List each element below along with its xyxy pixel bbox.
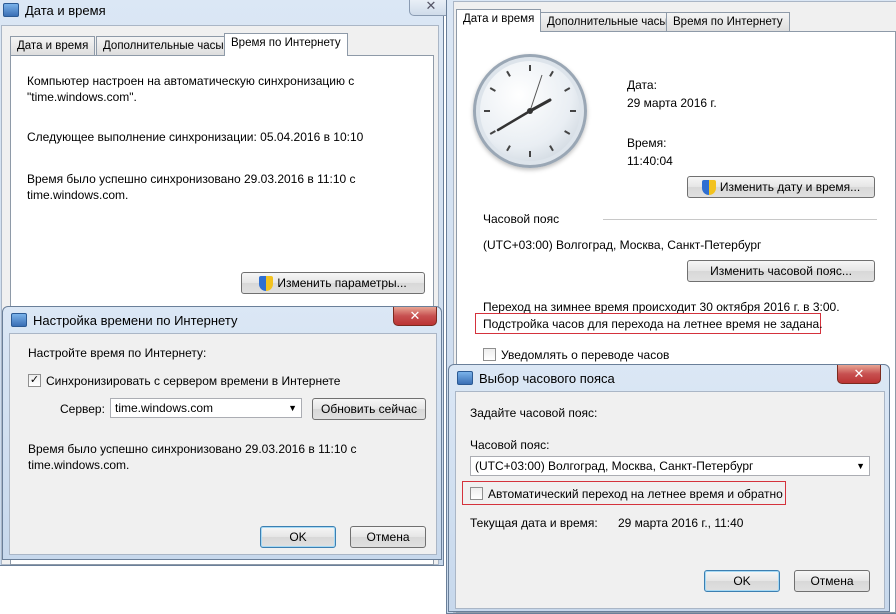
server-combobox[interactable]: time.windows.com ▼: [110, 398, 302, 418]
clock-app-icon: [11, 313, 27, 327]
timezone-separator: [603, 219, 877, 220]
dialog-title-bar[interactable]: Настройка времени по Интернету ✕: [3, 307, 441, 333]
change-settings-button[interactable]: Изменить параметры...: [241, 272, 425, 294]
dialog-heading: Настройте время по Интернету:: [28, 346, 207, 360]
timezone-combobox[interactable]: (UTC+03:00) Волгоград, Москва, Санкт-Пет…: [470, 456, 870, 476]
sync-checkbox-label: Синхронизировать с сервером времени в Ин…: [46, 374, 341, 388]
change-timezone-label: Изменить часовой пояс...: [710, 264, 852, 278]
window-title: Дата и время: [25, 3, 106, 18]
clock-app-icon: [3, 3, 19, 17]
close-button[interactable]: ✕: [837, 365, 881, 384]
timezone-combobox-value: (UTC+03:00) Волгоград, Москва, Санкт-Пет…: [475, 459, 754, 473]
chevron-down-icon: ▼: [856, 461, 865, 471]
next-sync-text: Следующее выполнение синхронизации: 05.0…: [27, 130, 364, 144]
dialog-body: Задайте часовой пояс: Часовой пояс: (UTC…: [455, 391, 885, 609]
analog-clock: [473, 54, 587, 168]
cancel-button[interactable]: Отмена: [350, 526, 426, 548]
change-timezone-button[interactable]: Изменить часовой пояс...: [687, 260, 875, 282]
server-label: Сервер:: [60, 402, 105, 416]
uac-shield-icon: [259, 275, 274, 291]
ok-label: OK: [733, 574, 751, 588]
sync-status-line1: Время было успешно синхронизовано 29.03.…: [28, 442, 357, 456]
dialog-title-bar[interactable]: Выбор часового пояса ✕: [449, 365, 889, 391]
internet-time-settings-dialog: Настройка времени по Интернету ✕ Настрой…: [2, 306, 442, 560]
update-now-button[interactable]: Обновить сейчас: [312, 398, 426, 420]
change-datetime-button[interactable]: Изменить дату и время...: [687, 176, 875, 198]
sync-checkbox[interactable]: ✓: [28, 374, 41, 387]
chevron-down-icon: ▼: [288, 403, 297, 413]
ok-button[interactable]: OK: [704, 570, 780, 592]
update-now-label: Обновить сейчас: [321, 402, 417, 416]
dst-info-line1: Переход на зимнее время происходит 30 ок…: [483, 300, 840, 314]
close-button[interactable]: ✕: [393, 307, 437, 326]
clock-face: [484, 65, 576, 157]
tab-additional-clocks-right[interactable]: Дополнительные часы: [540, 12, 675, 32]
change-settings-label: Изменить параметры...: [277, 276, 407, 290]
date-value: 29 марта 2016 г.: [627, 96, 717, 110]
date-label: Дата:: [627, 78, 657, 92]
tab-date-time-right[interactable]: Дата и время: [456, 9, 542, 32]
uac-shield-icon: [701, 179, 716, 195]
timezone-select-dialog: Выбор часового пояса ✕ Задайте часовой п…: [448, 364, 890, 612]
cancel-label: Отмена: [810, 574, 854, 588]
last-sync-line2: time.windows.com.: [27, 188, 129, 202]
notify-checkbox[interactable]: [483, 348, 496, 361]
tab-internet-time-right[interactable]: Время по Интернету: [666, 12, 790, 32]
ok-button[interactable]: OK: [260, 526, 336, 548]
tab-date-time[interactable]: Дата и время: [10, 36, 96, 56]
auto-dst-label: Автоматический переход на летнее время и…: [488, 487, 783, 501]
dialog-heading: Задайте часовой пояс:: [470, 406, 598, 420]
title-bar[interactable]: Дата и время ✕: [0, 0, 453, 23]
current-datetime-label: Текущая дата и время:: [470, 516, 598, 530]
clock-app-icon: [457, 371, 473, 385]
server-value: time.windows.com: [115, 401, 214, 415]
sync-status-line2: time.windows.com.: [28, 458, 130, 472]
sync-info-line2: "time.windows.com".: [27, 90, 137, 104]
ok-label: OK: [289, 530, 307, 544]
time-label: Время:: [627, 136, 667, 150]
cancel-button[interactable]: Отмена: [794, 570, 870, 592]
change-datetime-label: Изменить дату и время...: [719, 180, 861, 194]
dialog-body: Настройте время по Интернету: ✓ Синхрони…: [9, 333, 437, 555]
cancel-label: Отмена: [366, 530, 410, 544]
auto-dst-checkbox[interactable]: [470, 487, 483, 500]
tab-additional-clocks[interactable]: Дополнительные часы: [96, 36, 231, 56]
notify-checkbox-label: Уведомлять о переводе часов: [501, 348, 670, 362]
timezone-value: (UTC+03:00) Волгоград, Москва, Санкт-Пет…: [483, 238, 762, 252]
timezone-label: Часовой пояс:: [470, 438, 550, 452]
last-sync-line1: Время было успешно синхронизовано 29.03.…: [27, 172, 356, 186]
sync-info-line1: Компьютер настроен на автоматическую син…: [27, 74, 355, 88]
dst-info-line2: Подстройка часов для перехода на летнее …: [483, 317, 823, 331]
minute-hand: [496, 109, 532, 132]
tab-internet-time[interactable]: Время по Интернету: [224, 33, 348, 56]
current-datetime-value: 29 марта 2016 г., 11:40: [618, 516, 744, 530]
time-value: 11:40:04: [627, 154, 673, 168]
dialog-title: Выбор часового пояса: [479, 371, 615, 386]
dialog-title: Настройка времени по Интернету: [33, 313, 238, 328]
timezone-section-label: Часовой пояс: [483, 212, 560, 226]
